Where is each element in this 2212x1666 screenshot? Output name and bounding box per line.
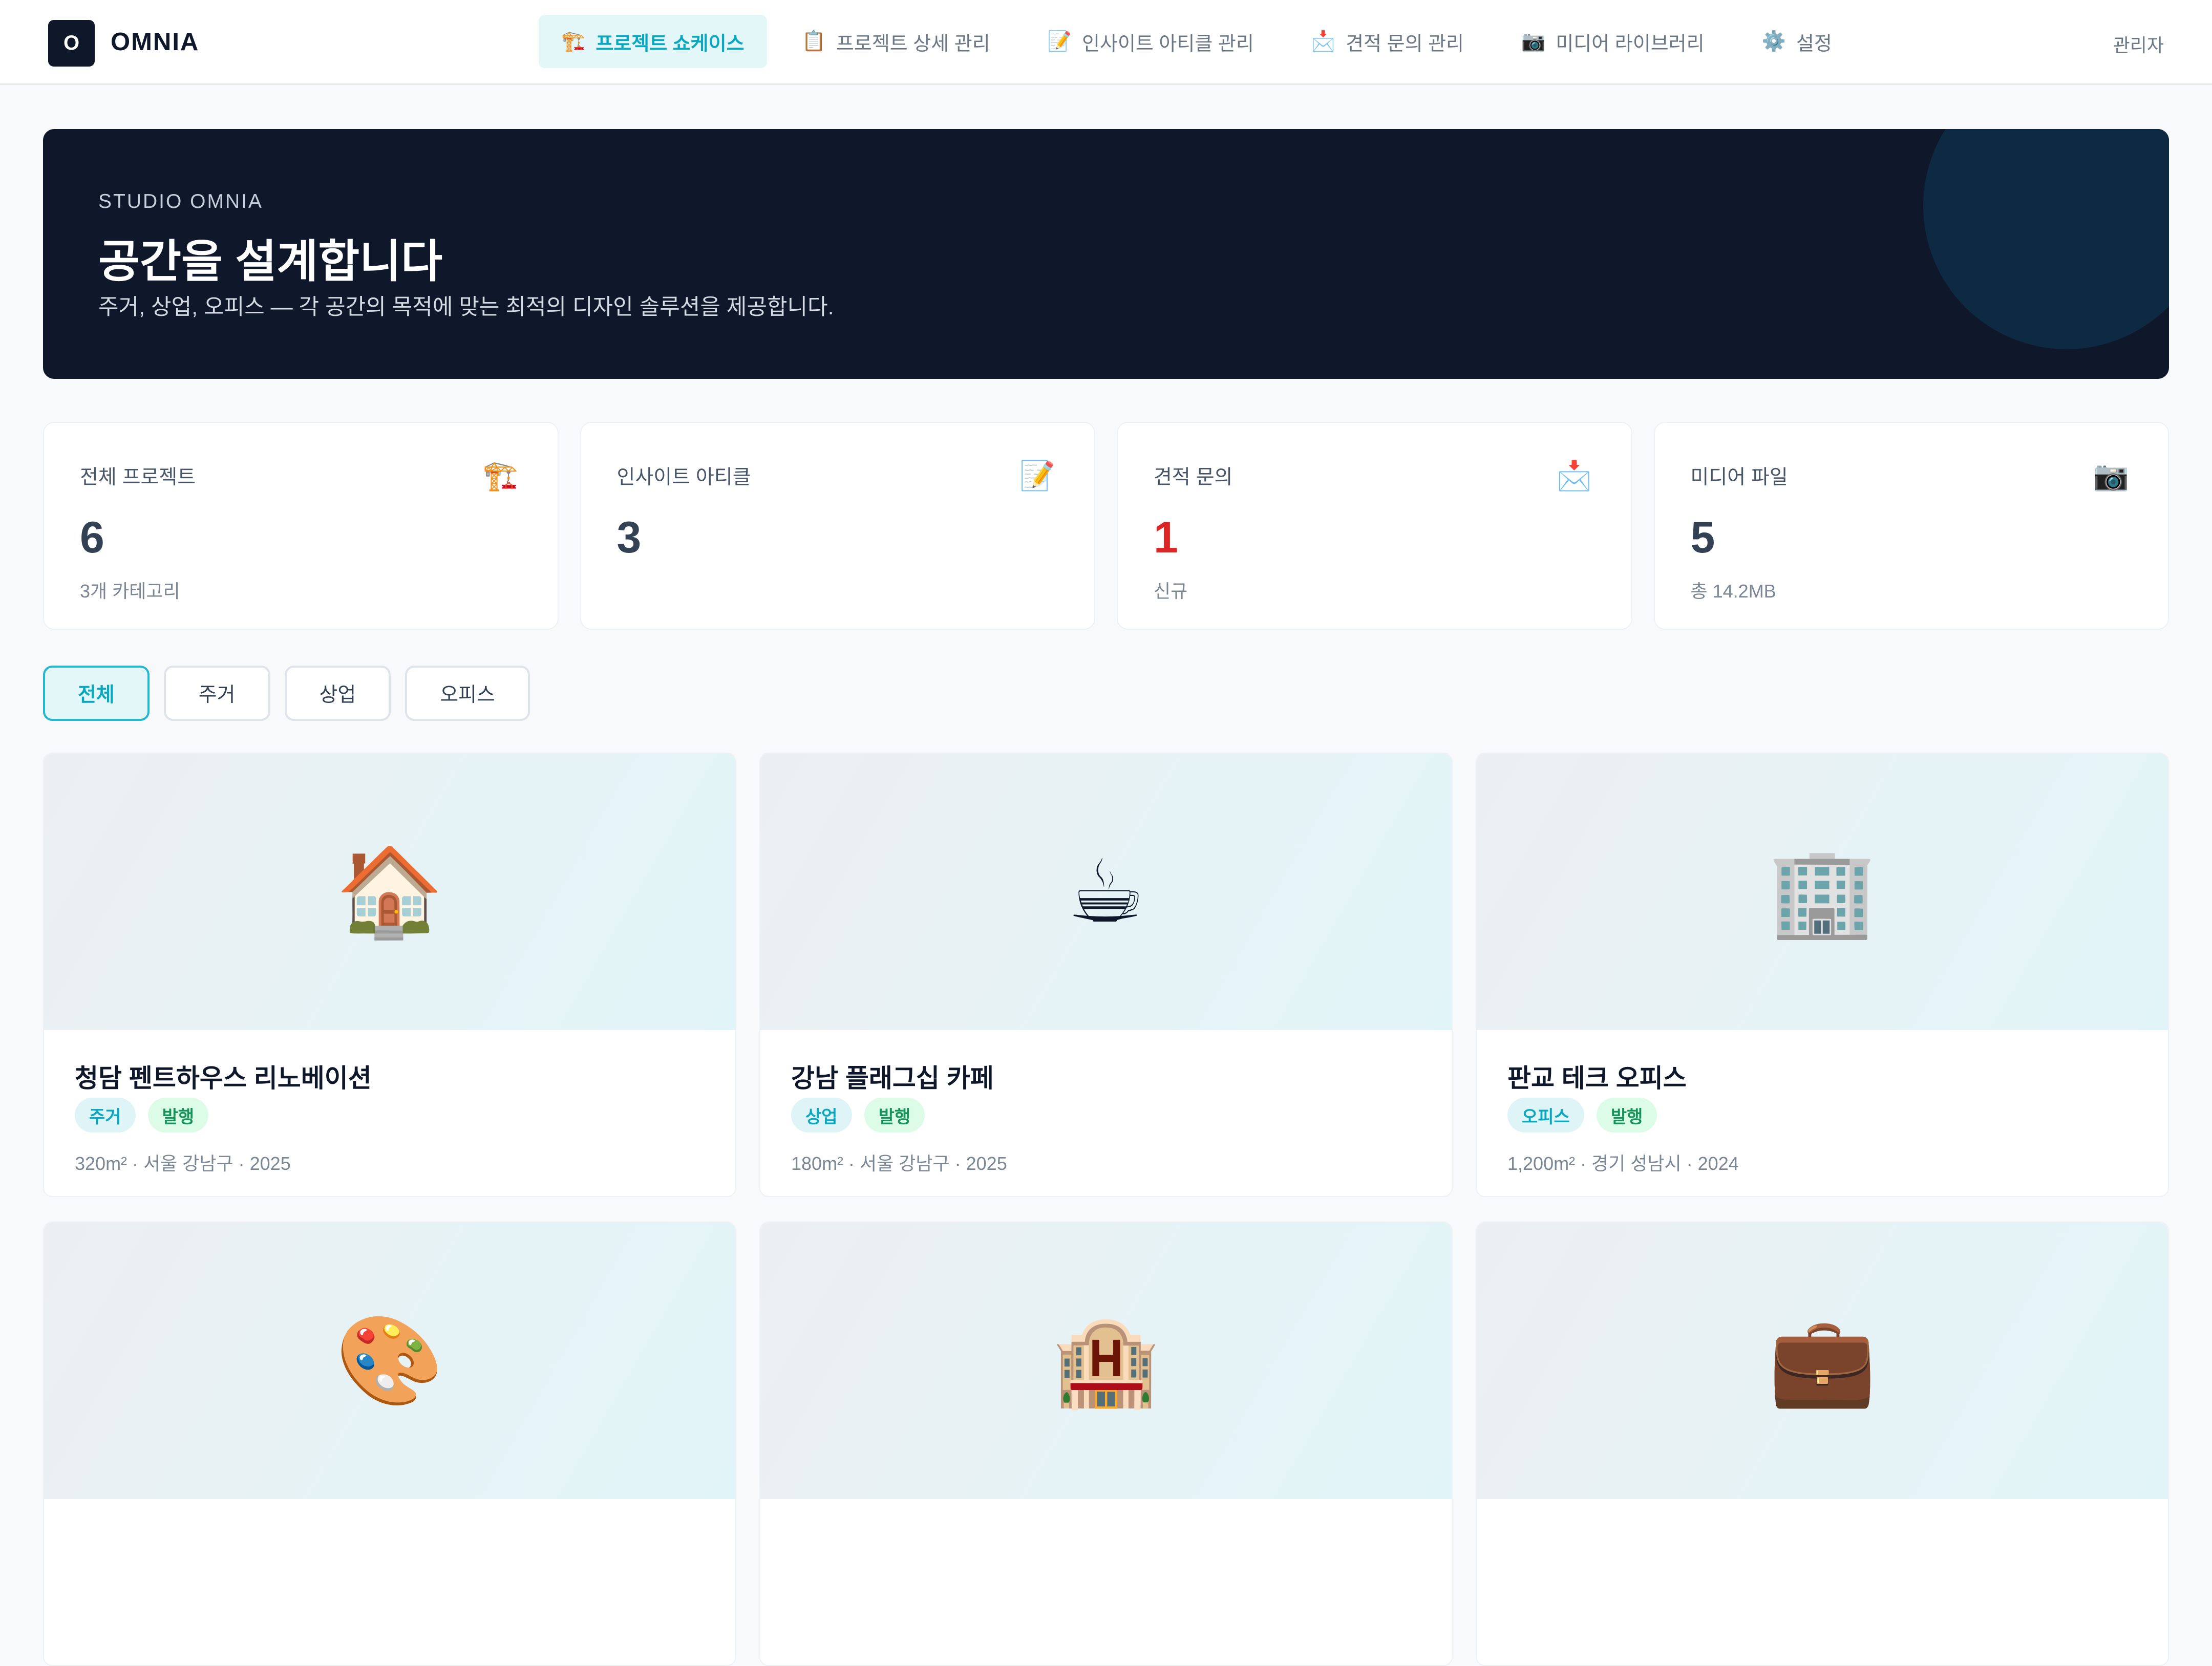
house-icon: 🏠 [44, 754, 735, 1030]
clipboard-icon: 📋 [801, 31, 826, 52]
project-grid: 🏠 청담 펜트하우스 리노베이션 주거 발행 320m² · 서울 강남구 · … [43, 753, 2169, 1666]
status-badge: 발행 [1596, 1098, 1657, 1133]
hero-decor-circle [1923, 129, 2169, 349]
stat-label: 인사이트 아티클 [616, 466, 751, 488]
hotel-icon: 🏨 [760, 1223, 1452, 1499]
stat-note: 총 14.2MB [1690, 581, 1776, 602]
nav-label: 프로젝트 쇼케이스 [595, 33, 745, 55]
nav-project-detail[interactable]: 📋 프로젝트 상세 관리 [779, 15, 1013, 68]
card-body: 판교 테크 오피스 오피스 발행 1,200m² · 경기 성남시 · 2024 [1477, 1030, 2168, 1196]
inbox-icon: 📩 [1311, 31, 1336, 52]
stat-card-projects: 전체 프로젝트 🏗️ 6 3개 카테고리 [43, 422, 559, 630]
nav-insight-articles[interactable]: 📝 인사이트 아티클 관리 [1025, 15, 1277, 68]
card-body: 강남 플래그십 카페 상업 발행 180m² · 서울 강남구 · 2025 [760, 1030, 1452, 1196]
status-badge: 발행 [864, 1098, 925, 1133]
stats-row: 전체 프로젝트 🏗️ 6 3개 카테고리 인사이트 아티클 📝 3 견적 문의 … [43, 422, 2169, 630]
stat-card-articles: 인사이트 아티클 📝 3 [580, 422, 1095, 630]
project-card[interactable]: ☕ 강남 플래그십 카페 상업 발행 180m² · 서울 강남구 · 2025 [759, 753, 1453, 1197]
camera-icon: 📷 [1521, 31, 1546, 52]
stat-value: 6 [80, 513, 104, 562]
project-card[interactable]: 🏠 청담 펜트하우스 리노베이션 주거 발행 320m² · 서울 강남구 · … [43, 753, 736, 1197]
project-title: 청담 펜트하우스 리노베이션 [75, 1064, 372, 1093]
nav-settings[interactable]: ⚙️ 설정 [1739, 15, 1855, 68]
category-badge: 오피스 [1507, 1098, 1584, 1133]
stat-label: 전체 프로젝트 [80, 466, 196, 488]
stat-note: 신규 [1154, 581, 1188, 602]
tag-group: 상업 발행 [791, 1098, 925, 1133]
crane-icon: 🏗️ [561, 31, 586, 52]
project-card[interactable]: 💼 [1476, 1222, 2169, 1666]
category-filter-bar: 전체 주거 상업 오피스 [43, 666, 530, 721]
memo-icon: 📝 [1019, 459, 1055, 492]
stat-card-media: 미디어 파일 📷 5 총 14.2MB [1653, 422, 2169, 630]
stat-label: 견적 문의 [1154, 466, 1233, 488]
stat-note: 3개 카테고리 [80, 581, 180, 602]
camera-icon: 📷 [2093, 459, 2129, 492]
project-card[interactable]: 🏢 판교 테크 오피스 오피스 발행 1,200m² · 경기 성남시 · 20… [1476, 753, 2169, 1197]
nav-label: 설정 [1796, 33, 1832, 55]
briefcase-icon: 💼 [1477, 1223, 2168, 1499]
logo-mark[interactable]: O [48, 20, 95, 67]
hero-subtitle: 주거, 상업, 오피스 — 각 공간의 목적에 맞는 최적의 디자인 솔루션을 … [98, 295, 834, 319]
admin-user-link[interactable]: 관리자 [2113, 31, 2164, 57]
status-badge: 발행 [147, 1098, 209, 1133]
card-body: 청담 펜트하우스 리노베이션 주거 발행 320m² · 서울 강남구 · 20… [44, 1030, 735, 1196]
hero-eyebrow: STUDIO OMNIA [98, 190, 264, 212]
nav-label: 미디어 라이브러리 [1556, 33, 1705, 55]
stat-value: 5 [1690, 513, 1715, 562]
stat-value: 3 [616, 513, 642, 562]
project-card[interactable]: 🏨 [759, 1222, 1453, 1666]
office-building-icon: 🏢 [1477, 754, 2168, 1030]
stat-value: 1 [1154, 513, 1178, 562]
category-badge: 주거 [75, 1098, 136, 1133]
memo-icon: 📝 [1047, 31, 1072, 52]
stat-card-inquiries: 견적 문의 📩 1 신규 [1117, 422, 1632, 630]
nav-label: 프로젝트 상세 관리 [836, 33, 990, 55]
project-card[interactable]: 🎨 [43, 1222, 736, 1666]
project-meta: 1,200m² · 경기 성남시 · 2024 [1507, 1153, 1739, 1174]
main-nav: 🏗️ 프로젝트 쇼케이스 📋 프로젝트 상세 관리 📝 인사이트 아티클 관리 … [539, 15, 1855, 68]
crane-icon: 🏗️ [482, 459, 519, 492]
nav-label: 견적 문의 관리 [1346, 33, 1464, 55]
nav-quote-inquiries[interactable]: 📩 견적 문의 관리 [1289, 15, 1486, 68]
project-title: 판교 테크 오피스 [1507, 1064, 1687, 1093]
stat-label: 미디어 파일 [1690, 466, 1788, 488]
gear-icon: ⚙️ [1761, 31, 1786, 52]
category-badge: 상업 [791, 1098, 852, 1133]
top-navigation-bar: O OMNIA 🏗️ 프로젝트 쇼케이스 📋 프로젝트 상세 관리 📝 인사이트… [0, 0, 2212, 85]
inbox-icon: 📩 [1556, 459, 1592, 492]
hero-banner: STUDIO OMNIA 공간을 설계합니다 주거, 상업, 오피스 — 각 공… [43, 129, 2169, 379]
nav-project-showcase[interactable]: 🏗️ 프로젝트 쇼케이스 [539, 15, 767, 68]
filter-commercial-button[interactable]: 상업 [284, 666, 391, 721]
project-title: 강남 플래그십 카페 [791, 1064, 994, 1093]
nav-media-library[interactable]: 📷 미디어 라이브러리 [1499, 15, 1727, 68]
brand-name[interactable]: OMNIA [111, 28, 199, 56]
filter-office-button[interactable]: 오피스 [405, 666, 530, 721]
hero-title: 공간을 설계합니다 [98, 236, 443, 287]
nav-label: 인사이트 아티클 관리 [1082, 33, 1254, 55]
project-meta: 180m² · 서울 강남구 · 2025 [791, 1153, 1007, 1174]
palette-icon: 🎨 [44, 1223, 735, 1499]
tag-group: 오피스 발행 [1507, 1098, 1657, 1133]
tag-group: 주거 발행 [75, 1098, 209, 1133]
filter-all-button[interactable]: 전체 [43, 666, 150, 721]
coffee-icon: ☕ [760, 754, 1452, 1030]
filter-residential-button[interactable]: 주거 [163, 666, 270, 721]
project-meta: 320m² · 서울 강남구 · 2025 [75, 1153, 291, 1174]
